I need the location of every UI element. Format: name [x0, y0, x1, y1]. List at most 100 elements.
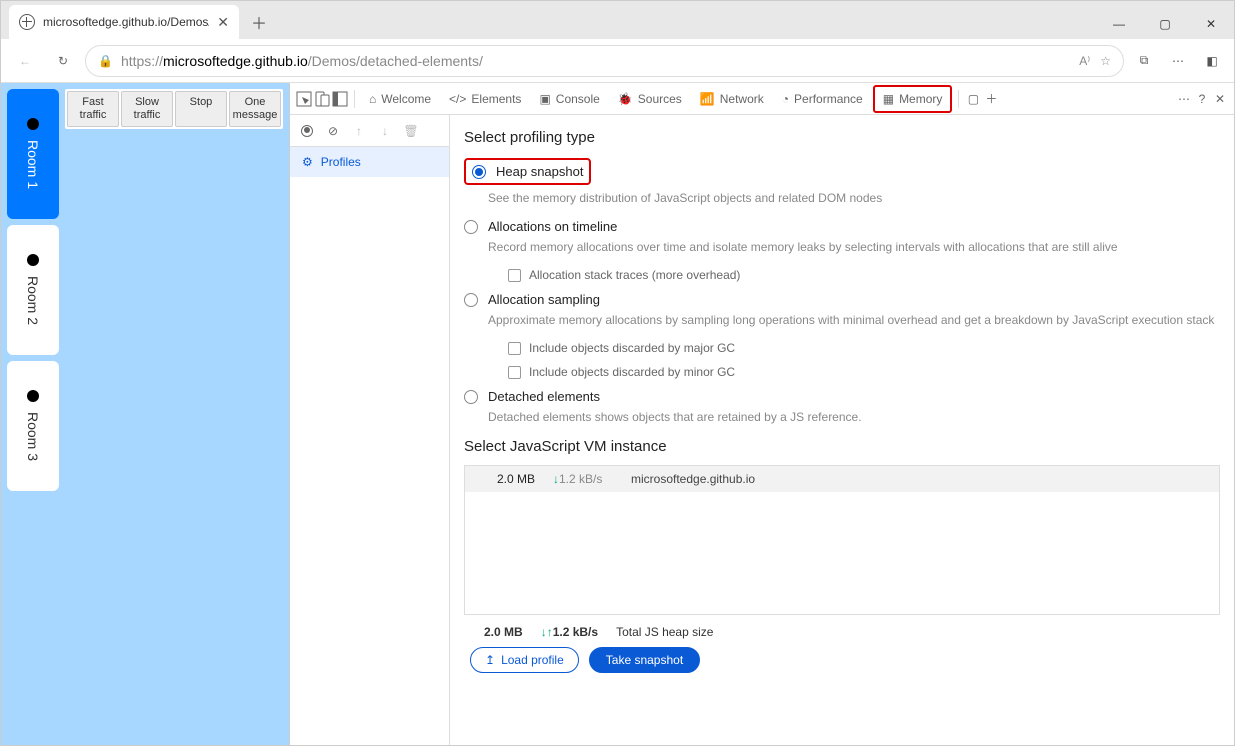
- vm-instance-title: Select JavaScript VM instance: [464, 438, 1220, 455]
- extensions-icon[interactable]: ⧉: [1130, 47, 1158, 75]
- browser-tab[interactable]: microsoftedge.github.io/Demos/d ✕: [9, 5, 239, 39]
- checkbox-icon: [508, 269, 521, 282]
- devtools-body: ⊘ ↑ ↓ 🗑 ⚙ Profiles Select profiling type: [290, 115, 1234, 745]
- rooms-column: Room 1 Room 2 Room 3: [7, 89, 59, 739]
- address-bar: ← ↻ 🔒 https://microsoftedge.github.io/De…: [1, 39, 1234, 83]
- option-label: Allocations on timeline: [488, 219, 617, 234]
- room-2-button[interactable]: Room 2: [7, 225, 59, 355]
- button-label: Load profile: [501, 653, 564, 667]
- vm-rate: ↓1.2 kB/s: [553, 472, 613, 486]
- memory-sidebar: ⊘ ↑ ↓ 🗑 ⚙ Profiles: [290, 115, 450, 745]
- back-button[interactable]: ←: [9, 45, 41, 77]
- tab-console[interactable]: ▣Console: [531, 87, 607, 111]
- memory-toolbar: ⊘ ↑ ↓ 🗑: [290, 115, 449, 147]
- record-icon[interactable]: [298, 122, 316, 140]
- dock-icon[interactable]: [332, 91, 348, 107]
- divider: [354, 90, 355, 108]
- slow-traffic-button[interactable]: Slow traffic: [121, 91, 173, 127]
- maximize-button[interactable]: ▢: [1142, 9, 1188, 39]
- delete-icon[interactable]: 🗑: [402, 122, 420, 140]
- upload-icon[interactable]: ↑: [350, 122, 368, 140]
- inspect-icon[interactable]: [296, 91, 312, 107]
- check-label: Include objects discarded by minor GC: [529, 365, 735, 379]
- minimize-button[interactable]: —: [1096, 9, 1142, 39]
- fast-traffic-button[interactable]: Fast traffic: [67, 91, 119, 127]
- help-icon[interactable]: ?: [1194, 91, 1210, 107]
- url-field[interactable]: 🔒 https://microsoftedge.github.io/Demos/…: [85, 45, 1124, 77]
- lock-icon: 🔒: [98, 54, 113, 68]
- wifi-icon: 📶: [700, 92, 715, 106]
- tab-title: microsoftedge.github.io/Demos/d: [43, 15, 209, 29]
- option-heap-snapshot[interactable]: Heap snapshot: [464, 158, 591, 185]
- sidebar-icon[interactable]: ◧: [1198, 47, 1226, 75]
- close-devtools-icon[interactable]: ✕: [1212, 91, 1228, 107]
- read-aloud-icon[interactable]: A⁾: [1079, 54, 1090, 68]
- profiles-nav-item[interactable]: ⚙ Profiles: [290, 147, 449, 177]
- vm-instance-row[interactable]: 2.0 MB ↓1.2 kB/s microsoftedge.github.io: [465, 466, 1219, 492]
- option-allocations-timeline[interactable]: Allocations on timeline: [464, 219, 1220, 234]
- tab-sources[interactable]: 🐞Sources: [610, 87, 690, 111]
- window-controls: — ▢ ✕: [1096, 9, 1234, 39]
- url-text: https://microsoftedge.github.io/Demos/de…: [121, 53, 483, 69]
- refresh-button[interactable]: ↻: [47, 45, 79, 77]
- take-snapshot-button[interactable]: Take snapshot: [589, 647, 700, 673]
- vm-size: 2.0 MB: [485, 472, 535, 486]
- option-label: Heap snapshot: [496, 164, 583, 179]
- room-1-button[interactable]: Room 1: [7, 89, 59, 219]
- more-tabs-icon[interactable]: ▢: [965, 91, 981, 107]
- stop-button[interactable]: Stop: [175, 91, 227, 127]
- bug-icon: 🐞: [618, 92, 633, 106]
- option-desc: Detached elements shows objects that are…: [488, 410, 1220, 424]
- download-icon[interactable]: ↓: [376, 122, 394, 140]
- option-detached-elements[interactable]: Detached elements: [464, 389, 1220, 404]
- tab-welcome[interactable]: ⌂Welcome: [361, 87, 439, 111]
- status-dot-icon: [27, 390, 39, 402]
- heap-footer-stats: 2.0 MB ↓↑1.2 kB/s Total JS heap size: [464, 615, 1220, 647]
- close-tab-icon[interactable]: ✕: [217, 14, 229, 31]
- check-stack-traces[interactable]: Allocation stack traces (more overhead): [508, 268, 1220, 282]
- devtools-panel: ⌂Welcome </>Elements ▣Console 🐞Sources 📶…: [289, 83, 1234, 745]
- device-icon[interactable]: [314, 91, 330, 107]
- radio-icon: [464, 220, 478, 234]
- new-tab-button[interactable]: ＋: [245, 8, 273, 36]
- console-icon: ▣: [539, 92, 550, 106]
- more-icon[interactable]: ⋯: [1164, 47, 1192, 75]
- divider: [958, 90, 959, 108]
- tab-memory[interactable]: ▦Memory: [873, 85, 953, 113]
- heap-label: Total JS heap size: [616, 625, 713, 639]
- add-tab-icon[interactable]: ＋: [983, 91, 999, 107]
- tab-elements[interactable]: </>Elements: [441, 87, 529, 111]
- browser-window: microsoftedge.github.io/Demos/d ✕ ＋ — ▢ …: [0, 0, 1235, 746]
- upload-icon: ↥: [485, 653, 495, 667]
- check-minor-gc[interactable]: Include objects discarded by minor GC: [508, 365, 1220, 379]
- checkbox-icon: [508, 342, 521, 355]
- check-major-gc[interactable]: Include objects discarded by major GC: [508, 341, 1220, 355]
- heap-size: 2.0 MB: [484, 625, 523, 639]
- traffic-toolbar: Fast traffic Slow traffic Stop One messa…: [65, 89, 283, 739]
- favorite-icon[interactable]: ☆: [1100, 54, 1111, 68]
- gauge-icon: ◔: [782, 92, 789, 106]
- vm-name: microsoftedge.github.io: [631, 472, 755, 486]
- sliders-icon: ⚙: [302, 155, 313, 169]
- tab-network[interactable]: 📶Network: [692, 87, 772, 111]
- option-desc: See the memory distribution of JavaScrip…: [488, 191, 1220, 205]
- load-profile-button[interactable]: ↥ Load profile: [470, 647, 579, 673]
- profiling-type-title: Select profiling type: [464, 129, 1220, 146]
- room-3-button[interactable]: Room 3: [7, 361, 59, 491]
- profiles-label: Profiles: [321, 155, 361, 169]
- tab-performance[interactable]: ◔Performance: [774, 87, 871, 111]
- content-area: Room 1 Room 2 Room 3 Fast traffic Slow t…: [1, 83, 1234, 745]
- close-window-button[interactable]: ✕: [1188, 9, 1234, 39]
- room-label: Room 2: [25, 276, 41, 325]
- status-dot-icon: [27, 254, 39, 266]
- check-label: Allocation stack traces (more overhead): [529, 268, 740, 282]
- url-scheme: https://: [121, 53, 163, 69]
- one-message-button[interactable]: One message: [229, 91, 281, 127]
- more-icon[interactable]: ⋯: [1176, 91, 1192, 107]
- option-desc: Record memory allocations over time and …: [488, 240, 1220, 254]
- footer-buttons: ↥ Load profile Take snapshot: [464, 647, 1220, 679]
- option-allocation-sampling[interactable]: Allocation sampling: [464, 292, 1220, 307]
- option-label: Allocation sampling: [488, 292, 600, 307]
- clear-icon[interactable]: ⊘: [324, 122, 342, 140]
- vm-instance-list[interactable]: 2.0 MB ↓1.2 kB/s microsoftedge.github.io: [464, 465, 1220, 615]
